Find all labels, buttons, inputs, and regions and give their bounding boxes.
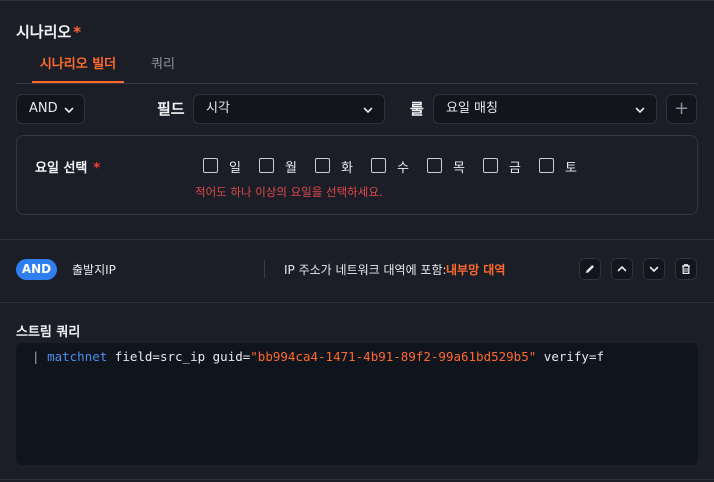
checkbox-icon [427, 158, 442, 173]
condition-field: 출발지IP [72, 263, 116, 277]
required-mark: * [93, 161, 101, 176]
logic-select-value: AND [29, 101, 58, 116]
query-command: matchnet [47, 349, 108, 364]
section-title: 시나리오 * [16, 23, 82, 41]
stream-query-editor[interactable]: | matchnet field=src_ip guid="bb994ca4-1… [16, 343, 698, 465]
checkbox-icon [483, 158, 498, 173]
vertical-divider [264, 260, 265, 278]
field-select[interactable]: 시각 [193, 94, 385, 124]
required-mark: * [73, 23, 82, 41]
checkbox-icon [371, 158, 386, 173]
chevron-down-icon [635, 107, 645, 113]
condition-operator: IP 주소가 네트워크 대역에 포함: [284, 263, 447, 277]
chevron-up-icon [617, 266, 627, 272]
divider [0, 479, 714, 480]
day-select-error: 적어도 하나 이상의 요일을 선택하세요. [195, 185, 383, 199]
divider [0, 302, 714, 303]
query-pipe: | [32, 349, 40, 364]
rule-select-value: 요일 매칭 [446, 101, 498, 116]
condition-row: AND 출발지IP IP 주소가 네트워크 대역에 포함: 내부망 대역 [0, 240, 714, 302]
tab-bar: 시나리오 빌더 쿼리 [16, 51, 698, 84]
add-condition-button[interactable]: + [666, 94, 697, 124]
trash-icon [682, 264, 690, 275]
checkbox-icon [315, 158, 330, 173]
chevron-down-icon [64, 107, 74, 113]
query-guid: "bb994ca4-1471-4b91-89f2-99a61bd529b5" [250, 349, 537, 364]
day-select-label: 요일 선택 * [35, 161, 101, 176]
move-down-button[interactable] [643, 258, 665, 280]
query-args: field=src_ip guid= [107, 349, 251, 364]
pencil-icon [586, 265, 594, 273]
tab-query[interactable]: 쿼리 [151, 51, 175, 83]
tab-scenario-builder[interactable]: 시나리오 빌더 [32, 51, 124, 83]
checkbox-icon [539, 158, 554, 173]
checkbox-icon [203, 158, 218, 173]
condition-editor-row: AND 필드 시각 룰 요일 매칭 + [0, 94, 714, 124]
day-selection-box: 요일 선택 * 일 월 화 수 목 금 토 적어도 하나 이상의 요일을 선택하세… [16, 135, 698, 215]
field-label: 필드 [157, 100, 185, 118]
field-select-value: 시각 [206, 101, 230, 116]
plus-icon: + [673, 98, 690, 119]
query-args-tail: verify=f [536, 349, 604, 364]
edit-condition-button[interactable] [579, 258, 601, 280]
rule-label: 룰 [410, 100, 424, 118]
logic-pill[interactable]: AND [16, 259, 57, 280]
logic-select[interactable]: AND [16, 94, 85, 124]
rule-select[interactable]: 요일 매칭 [433, 94, 657, 124]
chevron-down-icon [649, 266, 659, 272]
delete-condition-button[interactable] [675, 258, 697, 280]
condition-value: 내부망 대역 [446, 263, 506, 277]
move-up-button[interactable] [611, 258, 633, 280]
checkbox-icon [259, 158, 274, 173]
stream-query-title: 스트림 쿼리 [16, 325, 81, 340]
chevron-down-icon [363, 107, 373, 113]
scenario-panel: 시나리오 * 시나리오 빌더 쿼리 AND 필드 시각 룰 요일 매칭 + 요일 … [0, 0, 714, 482]
